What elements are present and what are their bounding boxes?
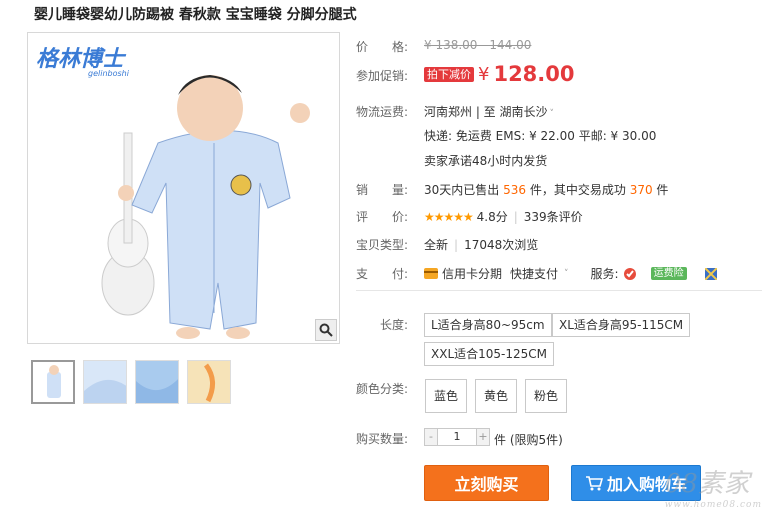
sales-mid: 件，其中交易成功 [529, 183, 626, 197]
rating-score: 4.8分 [476, 210, 508, 224]
length-option-xxl[interactable]: XXL适合105-125CM [424, 342, 554, 366]
quantity-stepper: - 1 + [424, 428, 490, 446]
length-option-l[interactable]: L适合身高80~95cm [424, 313, 552, 337]
quantity-limit: 件 (限购5件) [494, 433, 563, 447]
credit-installment[interactable]: 信用卡分期 [442, 265, 502, 282]
rating-count[interactable]: 339条评价 [524, 210, 583, 224]
watermark: 08素家 www.home08.com [665, 463, 762, 510]
service-label: 服务: [590, 267, 619, 281]
promo-tag: 拍下减价 [424, 66, 474, 82]
thumbnail-2[interactable] [83, 360, 127, 404]
freight-insurance-badge[interactable]: 运费险 [650, 267, 687, 280]
quantity-plus-button[interactable]: + [477, 429, 489, 445]
promo-row: 拍下减价 ¥ 128.00 [424, 62, 575, 86]
sales-success: 370 [629, 183, 653, 197]
color-label: 颜色分类: [356, 382, 409, 396]
shipping-route-text: 河南郑州 | 至 湖南长沙 [424, 105, 548, 119]
brand-logo-sub: gelinboshi [88, 69, 129, 78]
shield-icon[interactable] [623, 267, 637, 281]
quantity-input[interactable]: 1 [437, 429, 477, 445]
credit-card-icon [424, 268, 438, 279]
shipping-fees: 快递: 免运费 EMS: ¥ 22.00 平邮: ¥ 30.00 [424, 129, 657, 143]
chevron-down-icon[interactable]: ˅ [564, 269, 569, 279]
shipping-route[interactable]: 河南郑州 | 至 湖南长沙 ˅ [424, 103, 554, 120]
shipping-promise: 卖家承诺48小时内发货 [424, 154, 548, 168]
product-photo [28, 33, 339, 343]
thumbnail-3[interactable] [135, 360, 179, 404]
payment-label: 支 付: [356, 267, 409, 281]
item-condition: 全新 [424, 238, 449, 252]
thumbnail-4[interactable] [187, 360, 231, 404]
shipping-label: 物流运费: [356, 105, 409, 119]
sales-prefix: 30天内已售出 [424, 183, 500, 197]
thumbnail-strip [31, 360, 231, 404]
star-rating-icon: ★★★★★ [424, 210, 474, 224]
color-option-blue[interactable]: 蓝色 [425, 379, 467, 413]
quantity-minus-button[interactable]: - [425, 429, 437, 445]
chevron-down-icon: ˅ [549, 109, 555, 119]
magnifier-icon [319, 323, 333, 337]
shopping-cart-icon [585, 476, 603, 491]
item-type-label: 宝贝类型: [356, 238, 409, 252]
thumbnail-1[interactable] [31, 360, 75, 404]
sales-label: 销 量: [356, 183, 409, 197]
yen-symbol: ¥ [478, 63, 490, 85]
divider [356, 290, 762, 291]
color-option-pink[interactable]: 粉色 [525, 379, 567, 413]
quantity-label: 购买数量: [356, 432, 409, 446]
product-main-image[interactable]: 格林博士 gelinboshi [27, 32, 340, 344]
product-title: 婴儿睡袋婴幼儿防踢被 春秋款 宝宝睡袋 分脚分腿式 [34, 7, 357, 23]
sales-suffix: 件 [656, 183, 669, 197]
original-price: ¥ 138.00 - 144.00 [424, 38, 532, 52]
rating-label: 评 价: [356, 210, 409, 224]
item-views: 17048次浏览 [464, 238, 539, 252]
length-label: 长度: [380, 318, 409, 332]
flag-icon[interactable] [704, 267, 717, 280]
sales-sold: 536 [503, 183, 527, 197]
price-label: 价 格: [356, 40, 409, 54]
zoom-button[interactable] [315, 319, 337, 341]
watermark-sub: www.home08.com [664, 500, 762, 510]
buy-now-button[interactable]: 立刻购买 [424, 465, 549, 501]
color-option-yellow[interactable]: 黄色 [475, 379, 517, 413]
rating-info: ★★★★★ 4.8分 | 339条评价 [424, 210, 583, 224]
item-type-info: 全新 | 17048次浏览 [424, 238, 539, 252]
promo-label: 参加促销: [356, 69, 409, 83]
promo-price: 128.00 [493, 62, 575, 86]
quick-pay[interactable]: 快捷支付 [510, 265, 558, 282]
payment-info: 信用卡分期 快捷支付 ˅ 服务: 运费险 [424, 265, 717, 282]
length-option-xl[interactable]: XL适合身高95-115CM [552, 313, 691, 337]
sales-info: 30天内已售出 536 件，其中交易成功 370 件 [424, 181, 668, 198]
watermark-text: 08素家 [664, 469, 750, 499]
